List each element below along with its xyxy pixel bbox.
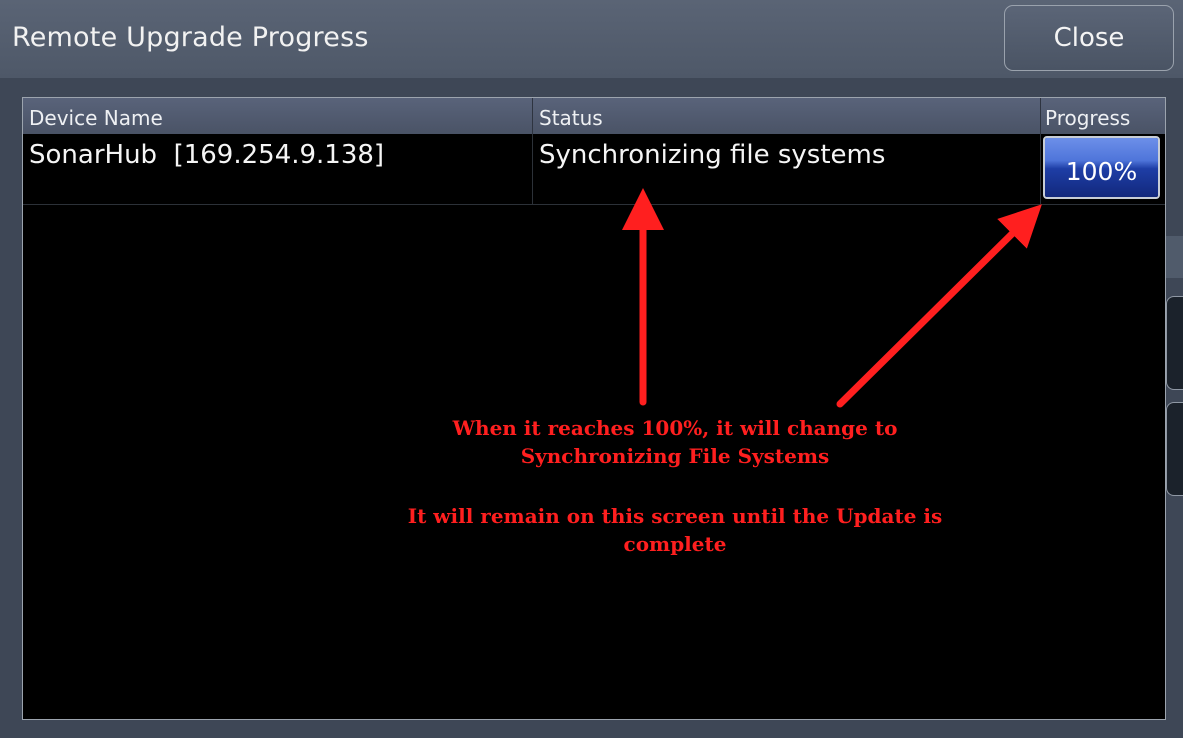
annotation-line: Synchronizing File Systems: [520, 444, 830, 468]
annotation-remain-on-screen: It will remain on this screen until the …: [380, 502, 970, 558]
annotation-line: complete: [623, 532, 727, 556]
remote-upgrade-dialog: Remote Upgrade Progress Close Device Nam…: [0, 0, 1183, 738]
annotation-reaches-100: When it reaches 100%, it will change to …: [400, 414, 950, 470]
annotation-line: It will remain on this screen until the …: [407, 504, 943, 528]
annotation-line: When it reaches 100%, it will change to: [452, 416, 898, 440]
annotation-arrows: [622, 188, 1042, 408]
arrow-to-progress: [836, 204, 1042, 408]
